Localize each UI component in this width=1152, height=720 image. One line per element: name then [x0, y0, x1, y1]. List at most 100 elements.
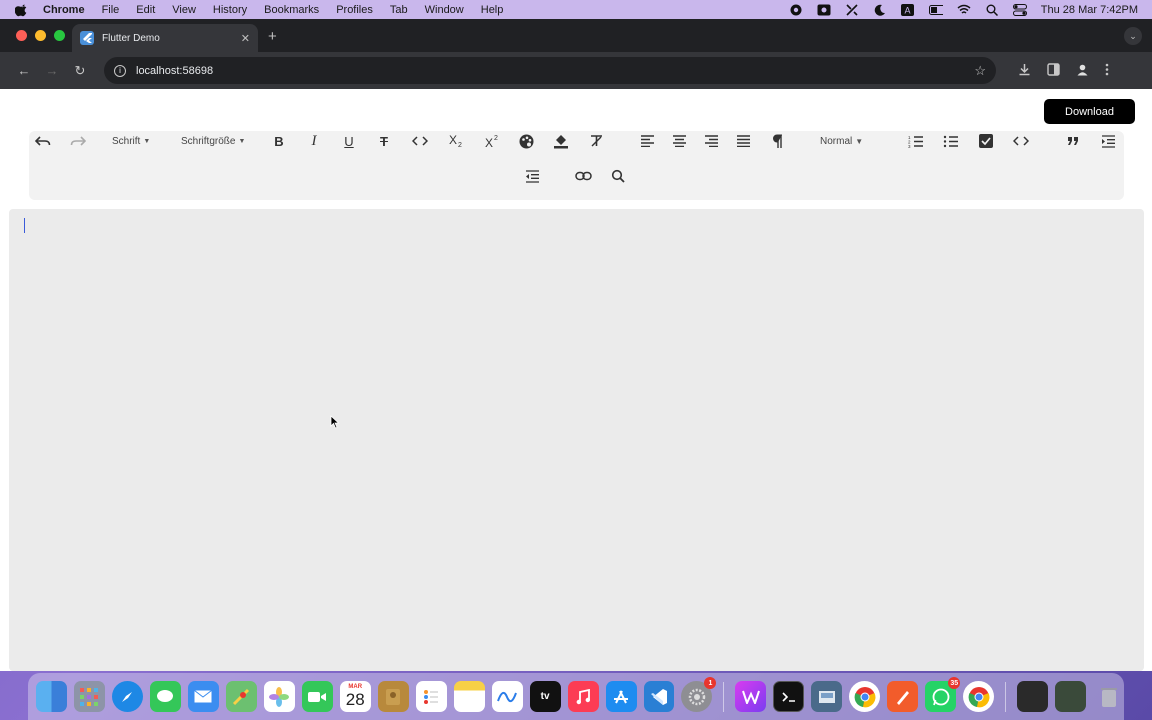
settings-badge: 1: [704, 677, 717, 689]
redo-icon[interactable]: [66, 129, 90, 153]
launchpad-icon[interactable]: [73, 681, 105, 712]
code-block-icon[interactable]: [1009, 129, 1033, 153]
inline-code-icon[interactable]: [408, 129, 432, 153]
menu-view[interactable]: View: [172, 4, 196, 16]
superscript-icon[interactable]: X2: [480, 129, 504, 153]
record-icon[interactable]: [789, 4, 803, 16]
preview-icon[interactable]: [811, 681, 843, 712]
download-button[interactable]: Download: [1044, 99, 1135, 124]
menu-edit[interactable]: Edit: [136, 4, 155, 16]
wifi-icon[interactable]: [957, 4, 971, 16]
text-color-palette-icon[interactable]: [514, 129, 538, 153]
align-center-icon[interactable]: [667, 129, 691, 153]
underline-icon[interactable]: U: [337, 129, 361, 153]
terminal-icon[interactable]: [773, 681, 805, 712]
undo-icon[interactable]: [31, 129, 55, 153]
facetime-icon[interactable]: [301, 681, 333, 712]
profile-icon[interactable]: [1076, 63, 1089, 79]
spotlight-search-icon[interactable]: [985, 4, 999, 16]
music-icon[interactable]: [567, 681, 599, 712]
calendar-icon[interactable]: MAR 28: [339, 681, 371, 712]
notes-icon[interactable]: [453, 681, 485, 712]
pencil-app-icon[interactable]: [887, 681, 919, 712]
italic-icon[interactable]: I: [302, 129, 326, 153]
app-store-icon[interactable]: [605, 681, 637, 712]
bullet-list-icon[interactable]: [939, 129, 963, 153]
align-right-icon[interactable]: [699, 129, 723, 153]
close-window-button[interactable]: [16, 30, 27, 41]
vscode-icon[interactable]: [643, 681, 675, 712]
forward-icon[interactable]: →: [38, 63, 66, 78]
checklist-icon[interactable]: [974, 129, 998, 153]
minimize-window-button[interactable]: [35, 30, 46, 41]
paragraph-direction-icon[interactable]: [766, 129, 790, 153]
whatsapp-icon[interactable]: 35: [925, 677, 961, 712]
menu-profiles[interactable]: Profiles: [336, 4, 373, 16]
chrome-second-icon[interactable]: [963, 681, 995, 712]
font-family-dropdown[interactable]: Schrift ▼: [112, 129, 150, 153]
messages-icon[interactable]: [149, 681, 181, 712]
close-tab-icon[interactable]: ✕: [241, 32, 250, 45]
zoom-window-button[interactable]: [54, 30, 65, 41]
apple-icon[interactable]: [15, 3, 29, 17]
wps-office-icon[interactable]: [735, 681, 767, 712]
tab-search-icon[interactable]: ⌄: [1124, 27, 1142, 45]
svg-text:2: 2: [494, 135, 498, 142]
menu-help[interactable]: Help: [481, 4, 504, 16]
menu-history[interactable]: History: [213, 4, 247, 16]
reminders-icon[interactable]: [415, 681, 447, 712]
indent-decrease-icon[interactable]: [520, 164, 544, 188]
align-justify-icon[interactable]: [731, 129, 755, 153]
moon-icon[interactable]: [873, 4, 887, 16]
menu-bookmarks[interactable]: Bookmarks: [264, 4, 319, 16]
heading-style-dropdown[interactable]: Normal ▼: [820, 129, 863, 153]
background-color-fill-icon[interactable]: [549, 129, 573, 153]
editor-text-area[interactable]: [9, 209, 1144, 671]
reload-icon[interactable]: ↻: [66, 63, 94, 79]
menubar-clock[interactable]: Thu 28 Mar 7:42PM: [1041, 4, 1138, 16]
chrome-menu-icon[interactable]: [1105, 63, 1109, 79]
chrome-icon[interactable]: [849, 681, 881, 712]
link-icon[interactable]: [571, 164, 595, 188]
freeform-icon[interactable]: [491, 681, 523, 712]
new-tab-icon[interactable]: +: [268, 28, 277, 45]
menu-tab[interactable]: Tab: [390, 4, 408, 16]
site-info-icon[interactable]: i: [114, 64, 126, 77]
system-settings-icon[interactable]: 1: [681, 677, 717, 712]
minimized-window-icon[interactable]: [1017, 681, 1049, 712]
downloads-icon[interactable]: [1018, 63, 1031, 79]
safari-icon[interactable]: [111, 681, 143, 712]
screen-capture-icon[interactable]: [817, 4, 831, 16]
bold-icon[interactable]: B: [267, 129, 291, 153]
clear-format-icon[interactable]: [584, 129, 608, 153]
menu-app-name[interactable]: Chrome: [43, 4, 85, 16]
font-size-dropdown[interactable]: Schriftgröße ▼: [181, 129, 245, 153]
search-icon[interactable]: [606, 164, 630, 188]
bookmark-star-icon[interactable]: ☆: [974, 63, 986, 79]
svg-text:2: 2: [458, 142, 462, 148]
battery-icon[interactable]: [928, 4, 943, 16]
back-icon[interactable]: ←: [10, 63, 38, 78]
align-left-icon[interactable]: [635, 129, 659, 153]
browser-tab[interactable]: Flutter Demo ✕: [72, 24, 258, 52]
address-bar[interactable]: i localhost:58698 ☆: [104, 57, 996, 84]
menu-file[interactable]: File: [102, 4, 120, 16]
indent-increase-icon[interactable]: [1096, 129, 1120, 153]
strikethrough-icon[interactable]: T: [372, 129, 396, 153]
blockquote-icon[interactable]: [1061, 129, 1085, 153]
contacts-icon[interactable]: [377, 681, 409, 712]
menu-window[interactable]: Window: [425, 4, 464, 16]
subscript-icon[interactable]: X2: [444, 129, 468, 153]
minimized-terminal-window-icon[interactable]: [1055, 681, 1087, 712]
input-source-icon[interactable]: A: [901, 3, 915, 16]
numbered-list-icon[interactable]: 123: [904, 129, 928, 153]
trash-icon[interactable]: [1093, 681, 1124, 712]
control-center-icon[interactable]: [1012, 3, 1027, 16]
finder-icon[interactable]: [36, 681, 67, 712]
photos-icon[interactable]: [263, 681, 295, 712]
mail-icon[interactable]: [187, 681, 219, 712]
maps-icon[interactable]: [225, 681, 257, 712]
side-panel-icon[interactable]: [1047, 62, 1060, 79]
apple-tv-icon[interactable]: tv: [529, 681, 561, 712]
tools-icon[interactable]: [845, 3, 859, 16]
